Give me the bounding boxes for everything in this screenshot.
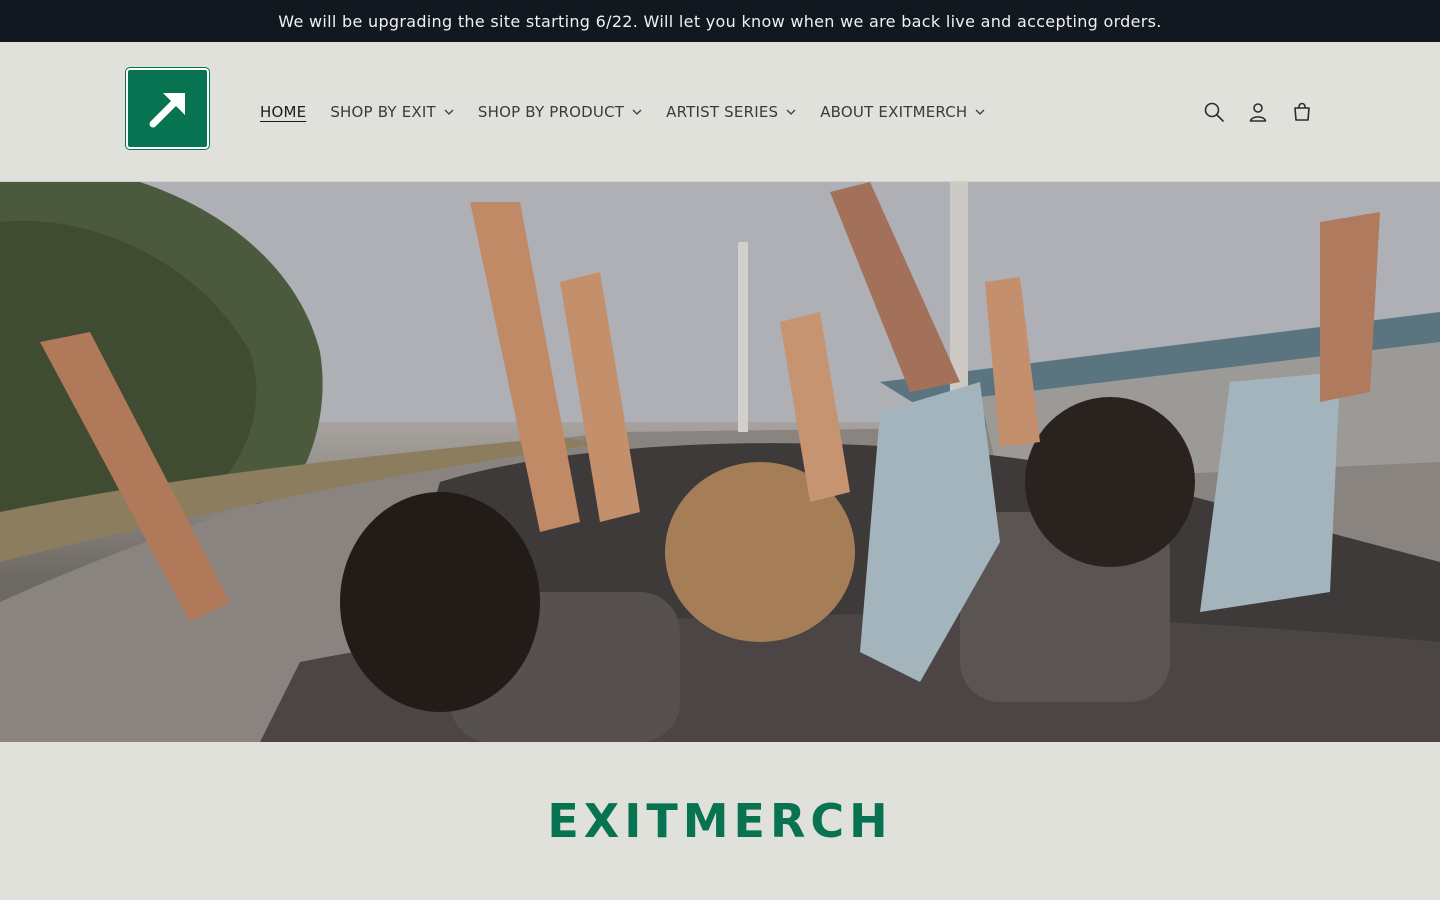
chevron-down-icon [786,109,796,115]
announcement-text: We will be upgrading the site starting 6… [278,11,1162,31]
nav-home[interactable]: HOME [248,103,318,121]
main-nav: HOME SHOP BY EXIT SHOP BY PRODUCT ARTIST… [248,42,997,181]
site-logo[interactable] [125,67,210,150]
nav-shop-by-product[interactable]: SHOP BY PRODUCT [466,103,654,121]
site-header: HOME SHOP BY EXIT SHOP BY PRODUCT ARTIST… [0,42,1440,182]
nav-home-label: HOME [260,102,307,121]
nav-about-exitmerch-label: ABOUT EXITMERCH [820,102,968,121]
announcement-bar: We will be upgrading the site starting 6… [0,0,1440,42]
cart-icon [1294,102,1310,121]
nav-artist-series[interactable]: ARTIST SERIES [654,103,808,121]
arrow-up-right-icon [149,92,185,127]
hero-photo [0,182,1440,742]
nav-artist-series-label: ARTIST SERIES [666,102,779,121]
brand-section: EXITMERCH [0,742,1440,900]
nav-shop-by-product-label: SHOP BY PRODUCT [477,102,625,121]
chevron-down-icon [975,109,985,115]
nav-about-exitmerch[interactable]: ABOUT EXITMERCH [808,103,997,121]
nav-shop-by-exit-label: SHOP BY EXIT [330,102,436,121]
search-icon [1204,102,1224,122]
brand-title: EXITMERCH [547,794,893,848]
hero-banner-image [0,182,1440,742]
search-button[interactable] [1202,100,1226,124]
nav-shop-by-exit[interactable]: SHOP BY EXIT [318,103,466,121]
cart-button[interactable] [1290,100,1314,124]
chevron-down-icon [632,109,642,115]
account-button[interactable] [1246,100,1270,124]
header-icons [1202,42,1314,181]
account-icon [1249,102,1267,122]
chevron-down-icon [444,109,454,115]
